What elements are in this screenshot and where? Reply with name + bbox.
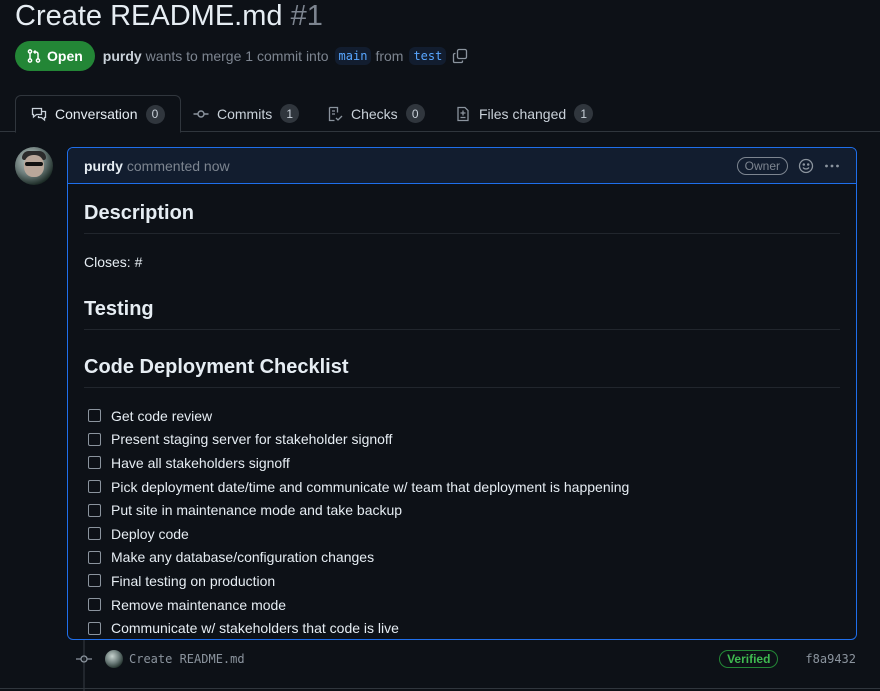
heading-description: Description	[84, 200, 840, 234]
tab-files-changed[interactable]: Files changed 1	[455, 95, 594, 132]
tab-conversation[interactable]: Conversation 0	[15, 95, 181, 133]
tab-counter: 0	[405, 104, 425, 123]
copy-icon	[453, 48, 468, 64]
state-badge-open: Open	[15, 41, 95, 71]
pr-tabs: Conversation 0 Commits 1 Checks 0 Files …	[0, 95, 880, 133]
checklist-item-label: Make any database/configuration changes	[111, 549, 375, 566]
pr-status-row: Open purdy wants to merge 1 commit into …	[15, 41, 468, 71]
tab-counter: 1	[280, 104, 300, 123]
commit-timeline-item: Create README.md Verified f8a9432	[74, 647, 864, 671]
git-commit-icon	[193, 109, 209, 118]
task-checkbox[interactable]	[88, 409, 101, 423]
checklist-item: Have all stakeholders signoff	[88, 451, 840, 475]
checklist-item-label: Get code review	[111, 407, 213, 424]
task-checkbox[interactable]	[88, 456, 101, 470]
owner-badge: Owner	[736, 156, 788, 175]
page-title: Create README.md #1	[15, 0, 323, 34]
task-checkbox[interactable]	[88, 550, 101, 564]
comment-header-actions: Owner	[736, 156, 840, 175]
checklist-item-label: Have all stakeholders signoff	[111, 454, 290, 471]
commit-sha-link[interactable]: f8a9432	[805, 652, 856, 666]
commit-message-link[interactable]: Create README.md	[129, 652, 245, 666]
smiley-icon	[798, 158, 814, 173]
tab-counter: 1	[574, 104, 594, 123]
tab-label: Checks	[351, 105, 398, 122]
verified-badge[interactable]: Verified	[719, 650, 779, 668]
avatar-face	[24, 155, 44, 177]
closes-text: Closes: #	[84, 254, 143, 270]
merge-text: wants to merge 1 commit into	[145, 48, 329, 64]
comment-options-button[interactable]	[824, 158, 840, 174]
checklist-item: Final testing on production	[88, 569, 840, 593]
git-pull-request-icon	[27, 49, 41, 63]
task-checkbox[interactable]	[88, 621, 101, 635]
checklist-item-label: Put site in maintenance mode and take ba…	[111, 502, 403, 519]
comment-author-link[interactable]: purdy	[84, 158, 123, 174]
pr-author-link[interactable]: purdy	[103, 48, 142, 64]
comment-header: purdy commented now Owner	[68, 148, 856, 184]
pr-title-text: Create README.md	[15, 0, 283, 32]
checklist-item-label: Final testing on production	[111, 572, 276, 589]
checklist-item: Pick deployment date/time and communicat…	[88, 475, 840, 499]
heading-testing: Testing	[84, 296, 840, 330]
file-diff-icon	[457, 106, 469, 121]
checklist-item-label: Remove maintenance mode	[111, 596, 287, 613]
commit-author-avatar[interactable]	[105, 650, 123, 668]
heading-checklist: Code Deployment Checklist	[84, 354, 840, 388]
from-text: from	[375, 48, 404, 64]
task-checkbox[interactable]	[88, 527, 101, 541]
pr-number: #1	[290, 0, 323, 32]
checklist-item: Communicate w/ stakeholders that code is…	[88, 616, 840, 639]
base-branch[interactable]: main	[334, 47, 372, 65]
tab-checks[interactable]: Checks 0	[327, 95, 425, 132]
add-reaction-button[interactable]	[798, 158, 814, 174]
checklist-item: Get code review	[88, 404, 840, 428]
copy-branch-button[interactable]	[452, 48, 468, 64]
comment-discussion-icon	[31, 107, 47, 122]
tab-commits[interactable]: Commits 1	[193, 95, 300, 132]
task-checkbox[interactable]	[88, 480, 101, 494]
divider	[0, 688, 880, 689]
tab-counter: 0	[145, 104, 165, 124]
checklist-item-label: Pick deployment date/time and communicat…	[111, 478, 630, 495]
checklist-icon	[328, 106, 343, 121]
checklist-item: Make any database/configuration changes	[88, 546, 840, 570]
avatar-glasses	[25, 162, 43, 166]
pr-description-comment: purdy commented now Owner Description Cl…	[67, 147, 857, 640]
comment-timestamp[interactable]: commented now	[127, 158, 230, 174]
comment-body: Description Closes: # Testing Code Deplo…	[68, 184, 856, 639]
checklist-item: Deploy code	[88, 522, 840, 546]
head-branch[interactable]: test	[409, 47, 447, 65]
tab-label: Commits	[217, 105, 273, 122]
deployment-checklist: Get code review Present staging server f…	[84, 404, 840, 639]
task-checkbox[interactable]	[88, 574, 101, 588]
pull-request-page: Create README.md #1 Open purdy wants to …	[0, 0, 880, 691]
tab-label: Conversation	[55, 106, 138, 122]
checklist-item: Present staging server for stakeholder s…	[88, 428, 840, 452]
checklist-item: Remove maintenance mode	[88, 593, 840, 617]
state-label: Open	[47, 48, 83, 64]
checklist-item: Put site in maintenance mode and take ba…	[88, 498, 840, 522]
task-checkbox[interactable]	[88, 503, 101, 517]
kebab-horizontal-icon	[825, 164, 839, 167]
checklist-item-label: Communicate w/ stakeholders that code is…	[111, 620, 399, 637]
git-commit-icon	[74, 651, 94, 667]
checklist-item-label: Present staging server for stakeholder s…	[111, 431, 393, 448]
task-checkbox[interactable]	[88, 432, 101, 446]
tab-label: Files changed	[479, 105, 567, 122]
avatar[interactable]	[15, 147, 53, 185]
task-checkbox[interactable]	[88, 598, 101, 612]
checklist-item-label: Deploy code	[111, 525, 189, 542]
